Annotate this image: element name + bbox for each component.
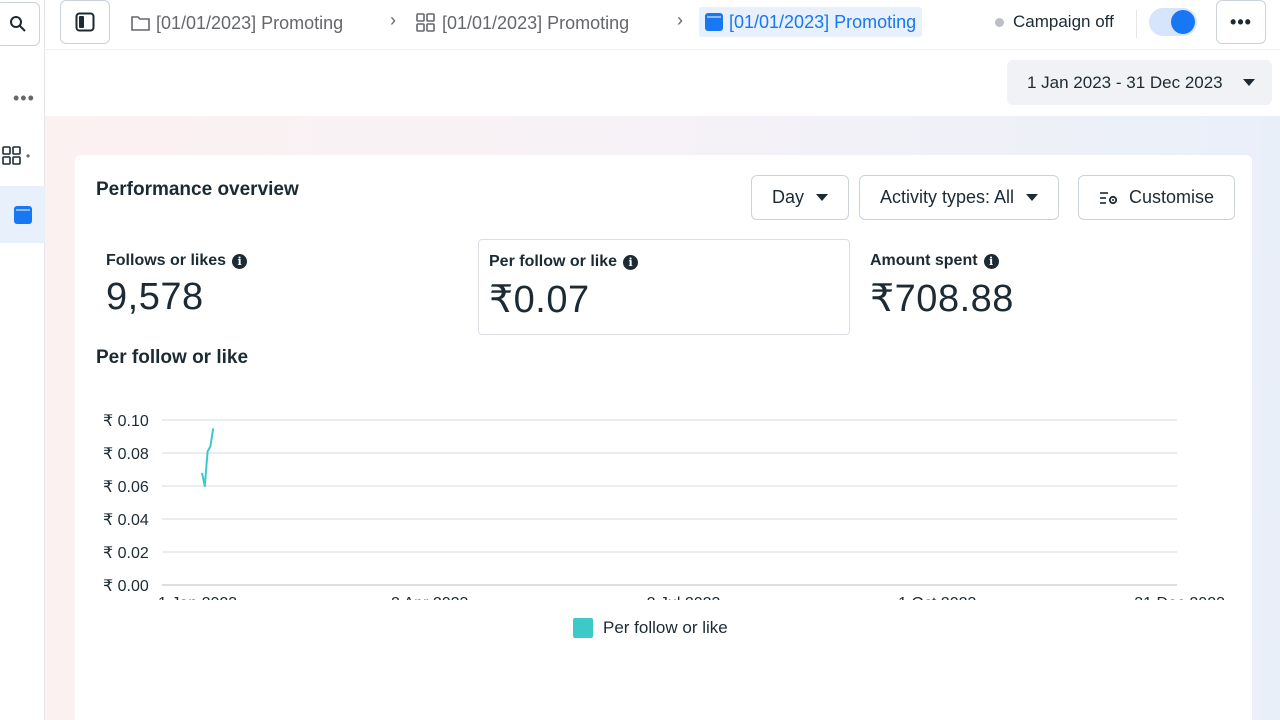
- y-tick-label: ₹ 0.04: [103, 512, 149, 529]
- more-options-button[interactable]: •••: [1216, 0, 1266, 44]
- breadcrumb-campaign-label: [01/01/2023] Promoting: [156, 12, 344, 33]
- y-tick-label: ₹ 0.02: [103, 545, 149, 562]
- ad-icon: [705, 13, 723, 31]
- date-range-label: 1 Jan 2023 - 31 Dec 2023: [1027, 72, 1223, 92]
- breadcrumb-ad-label: [01/01/2023] Promoting: [729, 11, 917, 32]
- metric-amount-spent: Amount spent i ₹708.88: [860, 239, 1200, 335]
- x-tick-label: 31 Dec 2023: [1134, 595, 1225, 600]
- campaign-status: Campaign off: [995, 12, 1114, 32]
- breadcrumb-ad-set-label: [01/01/2023] Promoting: [442, 12, 630, 33]
- settings-list-icon: [1100, 191, 1118, 204]
- caret-down-icon: [1242, 79, 1255, 86]
- y-tick-label: ₹ 0.10: [103, 413, 149, 430]
- date-range-picker[interactable]: 1 Jan 2023 - 31 Dec 2023: [1007, 60, 1272, 105]
- chevron-right-icon: ›: [677, 10, 683, 30]
- date-row: 1 Jan 2023 - 31 Dec 2023: [45, 50, 1280, 116]
- panel-title: Performance overview: [96, 179, 299, 200]
- x-tick-label: 2 Apr 2023: [391, 595, 469, 600]
- status-dot-icon: [995, 17, 1004, 27]
- info-icon[interactable]: i: [983, 253, 999, 269]
- sidebar-item-ad-sets[interactable]: •: [2, 146, 30, 166]
- metric-follows: Follows or likes i 9,578: [96, 239, 436, 335]
- campaign-toggle[interactable]: [1149, 8, 1197, 36]
- left-sidebar: ••• •: [0, 0, 45, 720]
- grid-icon: [2, 146, 21, 165]
- campaign-status-label: Campaign off: [1013, 12, 1114, 31]
- x-tick-label: 2 Jul 2023: [647, 595, 721, 600]
- legend-label: Per follow or like: [603, 618, 728, 637]
- top-bar: [01/01/2023] Promoting › [01/01/2023] Pr…: [45, 0, 1280, 50]
- y-tick-label: ₹ 0.08: [103, 446, 149, 463]
- customise-button[interactable]: Customise: [1078, 175, 1236, 220]
- performance-panel: Performance overview Day Activity types:…: [75, 155, 1252, 720]
- caret-down-icon: [816, 194, 829, 201]
- line-chart: ₹ 0.10 ₹ 0.08 ₹ 0.06 ₹ 0.04 ₹ 0.02 ₹ 0.00 1 Ja…: [103, 413, 1225, 600]
- metric-per-follow[interactable]: Per follow or like i ₹0.07: [478, 239, 850, 335]
- grid-icon: [416, 13, 435, 32]
- metric-follows-value: 9,578: [106, 276, 204, 318]
- x-tick-label: 1 Oct 2023: [898, 595, 976, 600]
- chart-title: Per follow or like: [96, 347, 249, 368]
- divider: [1136, 10, 1137, 38]
- more-icon[interactable]: •••: [13, 88, 35, 109]
- breadcrumb-ad[interactable]: [01/01/2023] Promoting: [699, 7, 923, 37]
- sidebar-item-ads[interactable]: [0, 186, 45, 243]
- ellipsis-icon: •••: [1230, 11, 1252, 32]
- ad-icon: [13, 205, 32, 224]
- folder-icon: [131, 16, 150, 31]
- metric-per-follow-value: ₹0.07: [489, 279, 590, 321]
- activity-types-label: Activity types: All: [880, 187, 1015, 207]
- caret-down-icon: [1026, 194, 1039, 201]
- activity-types-dropdown[interactable]: Activity types: All: [859, 175, 1060, 220]
- customise-label: Customise: [1129, 187, 1215, 207]
- series-line[interactable]: [201, 428, 215, 487]
- chevron-right-icon: ›: [390, 10, 396, 30]
- toggle-sidebar-button[interactable]: [60, 0, 110, 44]
- y-tick-label: ₹ 0.06: [103, 479, 149, 496]
- panel-icon: [75, 12, 95, 32]
- search-icon: [10, 16, 26, 32]
- breadcrumb-ad-set[interactable]: [01/01/2023] Promoting: [416, 11, 629, 35]
- info-icon[interactable]: i: [623, 254, 639, 270]
- info-icon[interactable]: i: [232, 253, 248, 269]
- toggle-knob: [1171, 10, 1195, 34]
- legend-swatch: [573, 618, 593, 638]
- main-content: Performance overview Day Activity types:…: [45, 116, 1280, 720]
- ellipsis-icon: •: [26, 149, 31, 163]
- metric-amount-spent-value: ₹708.88: [870, 278, 1014, 320]
- metric-per-follow-label: Per follow or like: [489, 253, 618, 270]
- day-dropdown-label: Day: [772, 187, 805, 207]
- metric-follows-label: Follows or likes: [106, 252, 227, 269]
- y-tick-label: ₹ 0.00: [103, 578, 149, 595]
- day-dropdown[interactable]: Day: [751, 175, 850, 220]
- x-tick-label: 1 Jan 2023: [158, 595, 237, 600]
- metric-amount-spent-label: Amount spent: [870, 252, 978, 269]
- chart-legend[interactable]: Per follow or like: [573, 618, 728, 638]
- breadcrumb-campaign[interactable]: [01/01/2023] Promoting: [131, 11, 343, 35]
- search-button[interactable]: [0, 2, 40, 46]
